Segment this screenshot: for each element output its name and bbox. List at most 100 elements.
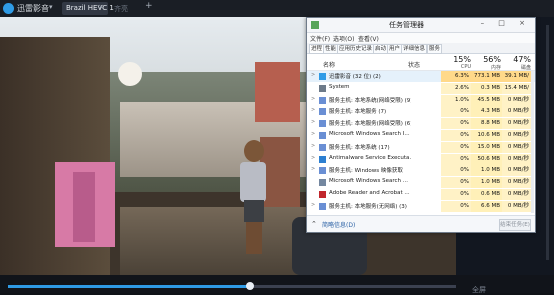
progress-knob[interactable] [245,282,254,290]
column-cpu[interactable]: 15% CPU [441,55,471,70]
process-memory: 10.6 MB [471,130,502,141]
expand-icon[interactable]: > [311,155,315,161]
process-disk: 0 MB/秒 [502,165,531,177]
process-cpu: 0% [441,141,471,153]
tab-label: 齐亮 [114,5,128,13]
fullscreen-label[interactable]: 全屏 [472,285,486,295]
process-name: 迅雷影音 (32 位) (2) [329,74,381,80]
process-list: >迅雷影音 (32 位) (2)6.3%773.1 MB39.1 MB/秒Sys… [307,71,535,213]
expand-icon[interactable]: > [311,143,315,149]
menu-file[interactable]: 文件(F) [310,34,330,43]
process-row[interactable]: > Microsoft Windows Search I... 0% 10.6 MB 0… [307,130,535,141]
process-name: 服务主机: 本地服务(无网络) (3) [329,203,407,210]
process-disk: 0 MB/秒 [502,189,531,200]
tab-details[interactable]: 详细信息 [401,44,428,54]
process-name: 服务主机: 本地服务(网络受限) (6) [329,121,411,128]
end-task-button[interactable]: 结束任务(E) [499,219,531,231]
process-disk: 0 MB/秒 [502,141,531,153]
menu-options[interactable]: 选项(O) [333,34,354,43]
tab-startup[interactable]: 启动 [373,44,389,54]
tab-brazil-hevc[interactable]: Brazil HEVC 1 × [62,2,114,15]
process-row[interactable]: > 服务主机: 本地系统 (17) 0% 15.0 MB 0 MB/秒 [307,141,535,153]
cpu-total: 15% [453,55,471,64]
process-memory: 1.0 MB [471,165,502,177]
task-manager-titlebar: 任务管理器 – □ × [307,18,535,33]
expand-icon[interactable]: > [311,72,315,78]
video-pink-door [73,172,95,242]
tab-users[interactable]: 用户 [387,44,403,54]
process-memory: 773.1 MB [471,71,502,82]
process-row[interactable]: > 服务主机: Windows 映像获取 0% 1.0 MB 0 MB/秒 [307,165,535,177]
process-cpu: 2.6% [441,82,471,94]
tab-processes[interactable]: 进程 [309,44,325,54]
playlist-scrollbar[interactable] [546,25,549,260]
video-child-shorts [244,200,264,222]
cpu-label: CPU [460,64,471,70]
column-name[interactable]: 名称 [323,60,335,69]
column-status[interactable]: 状态 [408,60,420,69]
process-memory: 0.6 MB [471,189,502,200]
task-manager-icon [311,21,319,29]
process-name: Microsoft Windows Search I... [329,131,410,137]
process-disk: 0 MB/秒 [502,106,531,118]
task-manager-footer: ⌃ 简略信息(D) 结束任务(E) [307,215,535,232]
disk-label: 磁盘 [520,65,531,71]
process-row[interactable]: > 服务主机: 本地服务(网络受限) (6) 0% 8.8 MB 0 MB/秒 [307,118,535,130]
tab-label: Brazil HEVC 1 [66,4,114,12]
process-memory: 0.3 MB [471,82,502,94]
process-row[interactable]: Microsoft Windows Search ... 0% 1.0 MB 0 MB… [307,177,535,189]
window-title: 任务管理器 [389,21,424,29]
process-name: 服务主机: 本地系统(网络受限) (9) [329,97,411,104]
tab-services[interactable]: 服务 [427,44,443,54]
tab-app-history[interactable]: 应用历史记录 [337,44,375,54]
memory-label: 内存 [490,65,501,71]
tab-performance[interactable]: 性能 [323,44,339,54]
process-icon [319,96,326,104]
process-row[interactable]: > Antimalware Service Executa... 0% 50.6 MB… [307,153,535,165]
process-name: 服务主机: 本地系统 (17) [329,144,390,151]
expand-icon[interactable]: > [311,107,315,113]
process-name: System [329,83,350,90]
process-memory: 45.5 MB [471,94,502,106]
process-list-scrollbar[interactable] [531,71,534,213]
column-memory[interactable]: 56% 内存 [471,55,501,71]
fewer-details-link[interactable]: 简略信息(D) [322,220,355,229]
process-memory: 4.3 MB [471,106,502,118]
process-disk: 39.1 MB/秒 [502,71,531,90]
tab-strip: 进程 性能 应用历史记录 启动 用户 详细信息 服务 [307,43,535,54]
close-tab-icon[interactable]: × [98,3,104,11]
expand-icon[interactable]: > [311,202,315,208]
add-tab-icon[interactable]: + [145,1,153,11]
expand-icon[interactable]: > [311,131,315,137]
process-row[interactable]: > 服务主机: 本地服务 (7) 0% 4.3 MB 0 MB/秒 [307,106,535,118]
process-icon [319,132,326,139]
process-name: Microsoft Windows Search ... [329,178,408,185]
process-disk: 0 MB/秒 [502,177,531,189]
process-row[interactable]: Adobe Reader and Acrobat ... 0% 0.6 MB 0 MB… [307,189,535,200]
process-memory: 1.0 MB [471,177,502,189]
process-cpu: 1.0% [441,94,471,106]
process-cpu: 0% [441,200,471,212]
process-disk: 0 MB/秒 [502,94,531,106]
process-row[interactable]: > 服务主机: 本地服务(无网络) (3) 0% 6.6 MB 0 MB/秒 [307,200,535,212]
process-cpu: 0% [441,153,471,165]
process-row[interactable]: System 2.6%0.3 MB15.4 MB/秒 [307,82,535,102]
process-name: Adobe Reader and Acrobat ... [329,190,410,196]
memory-total: 56% [483,55,501,64]
app-name: 迅雷影音 [17,4,49,13]
chevron-down-icon[interactable]: ▾ [49,3,53,11]
chevron-up-icon[interactable]: ⌃ [311,220,317,228]
process-disk: 0 MB/秒 [502,130,531,141]
menu-view[interactable]: 查看(V) [358,34,379,43]
player-controls [0,275,554,293]
expand-icon[interactable]: > [311,166,315,172]
expand-icon[interactable]: > [311,96,315,102]
tab-second[interactable]: 齐亮 [112,2,142,15]
process-row[interactable]: > 迅雷影音 (32 位) (2) 6.3%773.1 MB39.1 MB/秒 [307,71,535,90]
expand-icon[interactable]: > [311,119,315,125]
window-controls[interactable]: – □ × [481,19,531,27]
process-row[interactable]: > 服务主机: 本地系统(网络受限) (9) 1.0% 45.5 MB 0 MB/秒 [307,94,535,106]
task-manager-window: 任务管理器 – □ × 文件(F) 选项(O) 查看(V) 进程 性能 应用历史… [306,17,536,233]
column-disk[interactable]: 47% 磁盘 [501,55,531,71]
video-house [255,62,300,122]
